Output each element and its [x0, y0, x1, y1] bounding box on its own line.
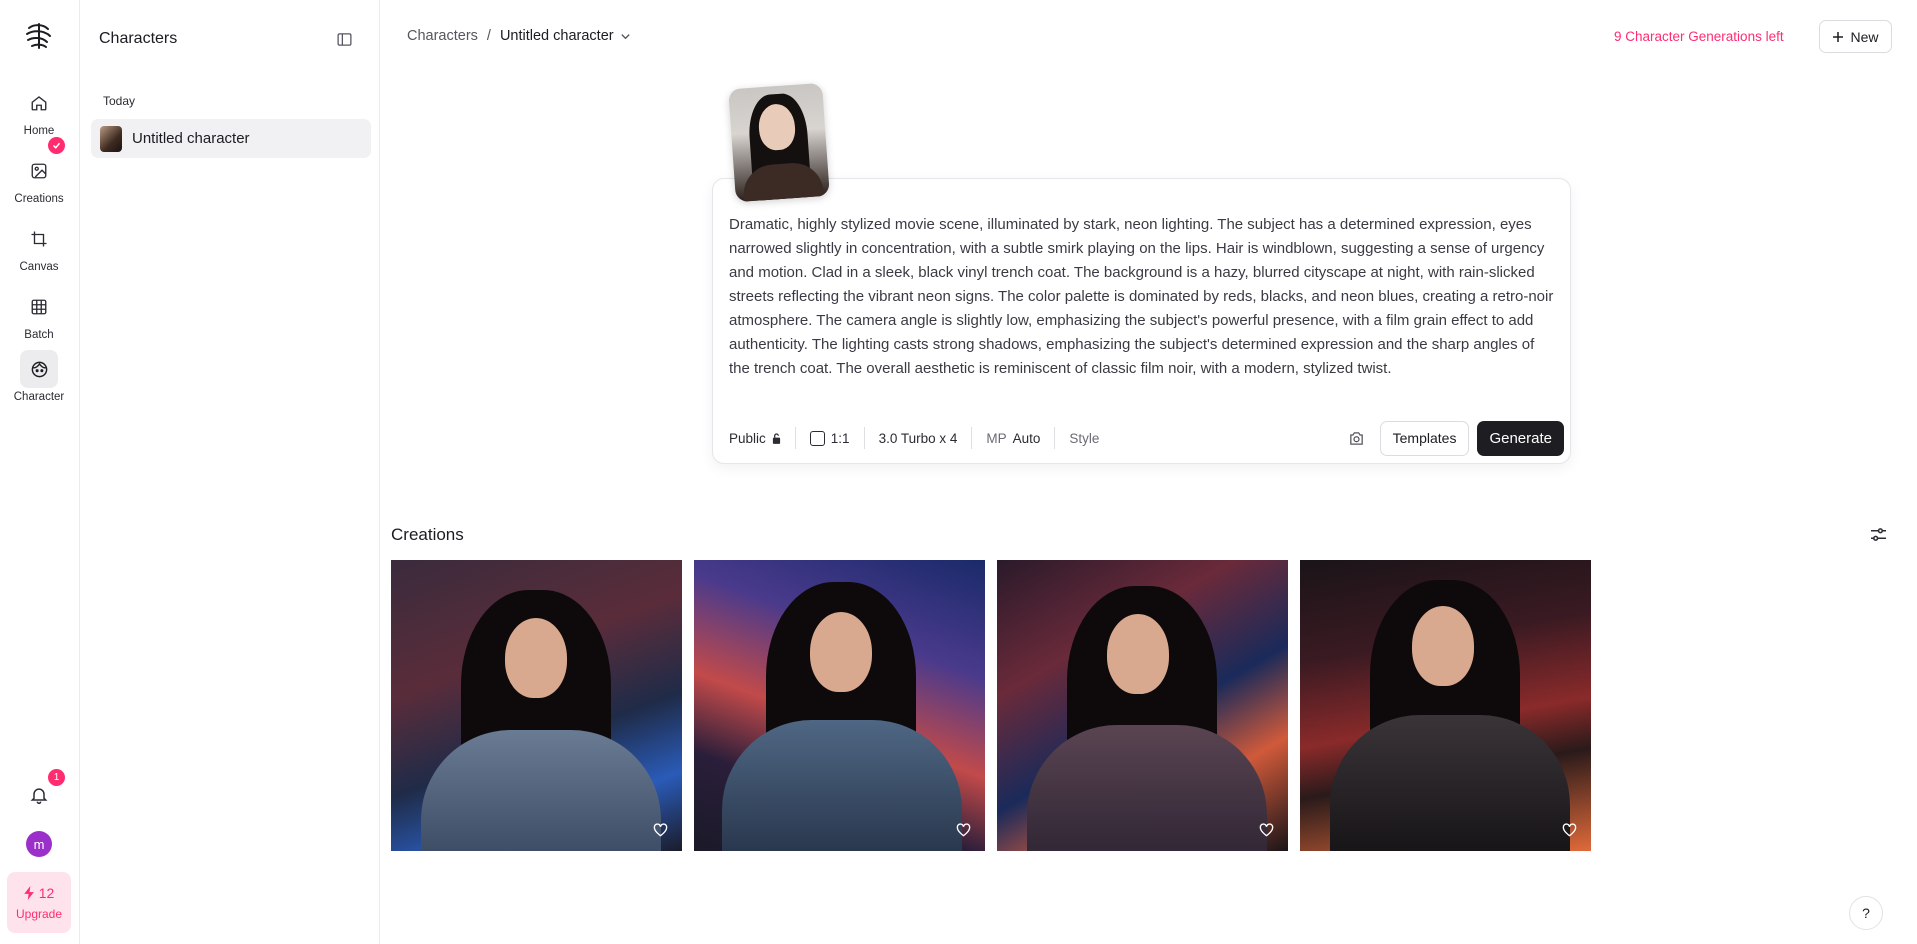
- mp-value: Auto: [1012, 430, 1041, 446]
- creations-title: Creations: [391, 525, 464, 544]
- heart-icon[interactable]: [953, 819, 973, 839]
- rail-item-label: Character: [13, 391, 65, 403]
- help-button[interactable]: ?: [1849, 896, 1883, 930]
- heart-icon[interactable]: [1256, 819, 1276, 839]
- crop-icon: [20, 220, 58, 258]
- credits-count: 12: [38, 884, 55, 901]
- chevron-down-icon: [620, 33, 630, 39]
- left-rail: Home Creations Canvas Batch Character 1 …: [0, 0, 80, 944]
- figure-coat: [1027, 725, 1267, 851]
- rail-item-label: Batch: [24, 329, 54, 341]
- section-label-today: Today: [103, 94, 136, 108]
- bolt-icon: [23, 885, 34, 900]
- sidebar-toggle-icon[interactable]: [333, 28, 355, 50]
- prompt-textarea[interactable]: Dramatic, highly stylized movie scene, i…: [729, 213, 1559, 381]
- templates-button[interactable]: Templates: [1379, 420, 1470, 456]
- model-label: 3.0 Turbo x 4: [878, 430, 958, 446]
- bell-icon[interactable]: [24, 780, 54, 810]
- check-badge-icon: [48, 137, 65, 154]
- rail-item-label: Creations: [14, 193, 64, 205]
- app-logo-icon[interactable]: [23, 20, 55, 52]
- plus-icon: [1833, 31, 1844, 42]
- style-select[interactable]: Style: [1055, 427, 1113, 449]
- generate-button[interactable]: Generate: [1477, 420, 1564, 456]
- rail-item-batch[interactable]: Batch: [0, 288, 78, 350]
- model-select[interactable]: 3.0 Turbo x 4: [865, 427, 972, 449]
- breadcrumb-current-label: Untitled character: [499, 28, 614, 44]
- face-icon: [20, 350, 58, 388]
- rail-item-label: Home: [23, 125, 55, 137]
- mp-select[interactable]: MP Auto: [972, 427, 1054, 449]
- character-list-item[interactable]: Untitled character: [91, 119, 371, 158]
- rail-item-character[interactable]: Character: [0, 350, 78, 412]
- creation-tile[interactable]: [694, 560, 985, 851]
- breadcrumb-current[interactable]: Untitled character: [500, 28, 631, 44]
- style-label: Style: [1069, 430, 1100, 446]
- creation-tile[interactable]: [391, 560, 682, 851]
- prompt-toolbar: Public 1:1 3.0 Turbo x 4 MP Auto Style T…: [729, 420, 1564, 456]
- characters-panel: Characters Today Untitled character: [80, 0, 380, 944]
- breadcrumb-characters[interactable]: Characters: [407, 28, 478, 44]
- rail-item-creations[interactable]: Creations: [0, 152, 78, 214]
- image-icon: [20, 152, 58, 190]
- creations-grid: [391, 560, 1591, 851]
- figure-face: [1107, 614, 1169, 694]
- creation-tile[interactable]: [997, 560, 1288, 851]
- upgrade-label: Upgrade: [15, 906, 63, 921]
- figure-face: [505, 618, 567, 698]
- character-reference-image[interactable]: [728, 82, 830, 203]
- figure-coat: [1330, 715, 1570, 851]
- character-name: Untitled character: [132, 130, 250, 147]
- home-icon: [20, 84, 58, 122]
- avatar[interactable]: m: [26, 831, 52, 857]
- figure-face: [1412, 606, 1474, 686]
- square-icon: [809, 430, 825, 446]
- character-thumbnail: [100, 125, 122, 152]
- rail-item-label: Canvas: [19, 261, 59, 273]
- upgrade-button[interactable]: 12 Upgrade: [7, 872, 71, 933]
- mp-label: MP: [986, 430, 1007, 446]
- figure-coat: [722, 720, 962, 851]
- figure-coat: [421, 730, 661, 851]
- breadcrumb: Characters / Untitled character: [407, 28, 631, 44]
- visibility-toggle[interactable]: Public: [729, 427, 795, 449]
- new-label: New: [1850, 28, 1879, 45]
- heart-icon[interactable]: [650, 819, 670, 839]
- prompt-card: Dramatic, highly stylized movie scene, i…: [712, 178, 1571, 464]
- breadcrumb-separator: /: [486, 28, 491, 44]
- notification-badge: 1: [48, 769, 65, 786]
- new-button[interactable]: New: [1819, 20, 1892, 53]
- heart-icon[interactable]: [1559, 819, 1579, 839]
- figure-face: [810, 612, 872, 692]
- camera-icon[interactable]: [1342, 423, 1372, 453]
- panel-title: Characters: [99, 30, 178, 47]
- filter-sliders-icon[interactable]: [1866, 523, 1890, 545]
- aspect-ratio-select[interactable]: 1:1: [796, 427, 864, 449]
- rail-item-canvas[interactable]: Canvas: [0, 220, 78, 282]
- generations-left: 9 Character Generations left: [1614, 29, 1784, 44]
- visibility-label: Public: [729, 430, 766, 446]
- creation-tile[interactable]: [1300, 560, 1591, 851]
- aspect-label: 1:1: [830, 430, 850, 446]
- grid-icon: [20, 288, 58, 326]
- lock-open-icon: [772, 432, 780, 444]
- rail-item-home[interactable]: Home: [0, 84, 78, 146]
